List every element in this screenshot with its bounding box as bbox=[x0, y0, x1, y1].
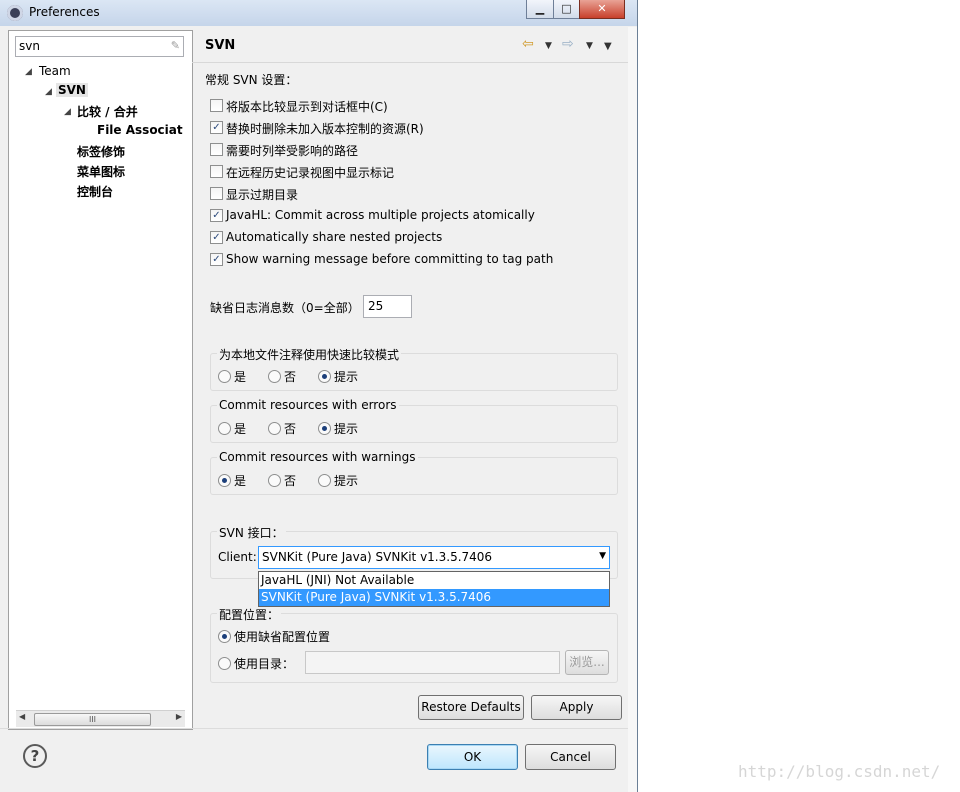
group-title: Commit resources with errors bbox=[217, 398, 399, 412]
view-menu-icon[interactable]: ▼ bbox=[604, 41, 612, 52]
client-options-list: JavaHL (JNI) Not Available SVNKit (Pure … bbox=[258, 571, 610, 607]
scroll-left-icon[interactable]: ◀ bbox=[19, 712, 25, 721]
scroll-thumb[interactable]: III bbox=[34, 713, 151, 726]
radio-custom-dir[interactable] bbox=[218, 657, 231, 670]
radio-label: 提示 bbox=[334, 422, 359, 436]
apply-button[interactable]: Apply bbox=[531, 695, 622, 720]
tree-item-file-associations[interactable]: File Associations bbox=[97, 123, 183, 137]
radio-yes[interactable] bbox=[218, 474, 231, 487]
checkbox-label: JavaHL: Commit across multiple projects … bbox=[226, 208, 535, 222]
checkbox-list-affected-paths[interactable] bbox=[210, 143, 223, 156]
radio-label: 提示 bbox=[334, 370, 359, 384]
cancel-button[interactable]: Cancel bbox=[525, 744, 616, 770]
filter-input[interactable]: svn ✎ bbox=[15, 36, 184, 57]
radio-no[interactable] bbox=[268, 370, 281, 383]
restore-defaults-button[interactable]: Restore Defaults bbox=[418, 695, 524, 720]
client-select[interactable]: SVNKit (Pure Java) SVNKit v1.3.5.7406 ▼ bbox=[258, 546, 610, 569]
expand-arrow-icon[interactable]: ◢ bbox=[45, 87, 52, 97]
scroll-right-icon[interactable]: ▶ bbox=[176, 712, 182, 721]
maximize-button[interactable]: □ bbox=[553, 0, 580, 19]
radio-prompt[interactable] bbox=[318, 474, 331, 487]
tree-item-menu-icons[interactable]: 菜单图标 bbox=[77, 163, 125, 180]
checkbox-tag-warning[interactable]: ✓ bbox=[210, 253, 223, 266]
ok-button[interactable]: OK bbox=[427, 744, 518, 770]
radio-prompt[interactable] bbox=[318, 370, 331, 383]
radio-label: 使用目录： bbox=[234, 657, 295, 671]
window-title: Preferences bbox=[29, 5, 100, 19]
checkbox-javahl-atomic[interactable]: ✓ bbox=[210, 209, 223, 222]
radio-label: 否 bbox=[284, 370, 297, 384]
radio-no[interactable] bbox=[268, 474, 281, 487]
radio-label: 否 bbox=[284, 422, 297, 436]
filter-value: svn bbox=[19, 39, 40, 53]
eclipse-icon bbox=[7, 5, 23, 21]
close-button[interactable]: ✕ bbox=[579, 0, 625, 19]
client-option[interactable]: JavaHL (JNI) Not Available bbox=[259, 572, 609, 589]
tree-item-team[interactable]: Team bbox=[39, 64, 71, 78]
radio-label: 是 bbox=[234, 370, 247, 384]
client-option[interactable]: SVNKit (Pure Java) SVNKit v1.3.5.7406 bbox=[259, 589, 609, 606]
checkbox-share-nested[interactable]: ✓ bbox=[210, 231, 223, 244]
checkbox-label: Automatically share nested projects bbox=[226, 230, 443, 244]
forward-dropdown-icon[interactable]: ▼ bbox=[586, 41, 593, 51]
checkbox-label: 替换时删除未加入版本控制的资源(R) bbox=[226, 122, 424, 136]
radio-label: 是 bbox=[234, 422, 247, 436]
radio-prompt[interactable] bbox=[318, 422, 331, 435]
header-divider bbox=[192, 62, 628, 63]
page-title: SVN bbox=[205, 38, 236, 53]
checkbox-delete-unversioned[interactable]: ✓ bbox=[210, 121, 223, 134]
client-select-value: SVNKit (Pure Java) SVNKit v1.3.5.7406 bbox=[262, 550, 493, 564]
client-label: Client: bbox=[218, 550, 257, 564]
chevron-down-icon[interactable]: ▼ bbox=[599, 551, 606, 561]
watermark: http://blog.csdn.net/ bbox=[738, 762, 941, 781]
minimize-button[interactable]: ▁ bbox=[526, 0, 554, 19]
radio-yes[interactable] bbox=[218, 422, 231, 435]
title-bar: Preferences ▁ □ ✕ bbox=[0, 0, 637, 26]
group-title: 配置位置： bbox=[217, 606, 282, 623]
tree-item-compare-merge[interactable]: 比较 / 合并 bbox=[77, 103, 138, 120]
window-right-edge bbox=[628, 27, 637, 792]
back-dropdown-icon[interactable]: ▼ bbox=[545, 41, 552, 51]
radio-yes[interactable] bbox=[218, 370, 231, 383]
group-title: SVN 接口： bbox=[217, 524, 286, 541]
eraser-icon[interactable]: ✎ bbox=[171, 39, 180, 52]
forward-arrow-icon[interactable]: ⇨ bbox=[562, 36, 574, 52]
tree-item-clip: File Associations bbox=[97, 123, 183, 139]
radio-label: 否 bbox=[284, 474, 297, 488]
tree-item-label-decorations[interactable]: 标签修饰 bbox=[77, 143, 125, 160]
expand-arrow-icon[interactable]: ◢ bbox=[25, 67, 32, 77]
radio-label: 使用缺省配置位置 bbox=[234, 630, 331, 644]
option-label: JavaHL (JNI) Not Available bbox=[261, 573, 415, 587]
tree-item-console[interactable]: 控制台 bbox=[77, 183, 113, 200]
checkbox-label: 显示过期目录 bbox=[226, 188, 299, 202]
browse-button[interactable]: 浏览... bbox=[565, 650, 609, 675]
checkbox-compare-dialog[interactable] bbox=[210, 99, 223, 112]
radio-default-config[interactable] bbox=[218, 630, 231, 643]
config-dir-input[interactable] bbox=[305, 651, 560, 674]
tree-item-svn[interactable]: SVN bbox=[56, 83, 88, 97]
checkbox-label: 将版本比较显示到对话框中(C) bbox=[226, 100, 388, 114]
radio-label: 是 bbox=[234, 474, 247, 488]
general-settings-label: 常规 SVN 设置： bbox=[205, 73, 298, 87]
option-label: SVNKit (Pure Java) SVNKit v1.3.5.7406 bbox=[261, 590, 492, 604]
checkbox-show-outdated-dirs[interactable] bbox=[210, 187, 223, 200]
radio-label: 提示 bbox=[334, 474, 359, 488]
log-count-input[interactable]: 25 bbox=[363, 295, 412, 318]
group-title: Commit resources with warnings bbox=[217, 450, 418, 464]
radio-no[interactable] bbox=[268, 422, 281, 435]
log-count-value: 25 bbox=[368, 299, 384, 313]
checkbox-show-tags-remote-history[interactable] bbox=[210, 165, 223, 178]
log-count-label: 缺省日志消息数（0=全部） bbox=[210, 301, 360, 315]
checkbox-label: 在远程历史记录视图中显示标记 bbox=[226, 166, 395, 180]
expand-arrow-icon[interactable]: ◢ bbox=[64, 107, 71, 117]
checkbox-label: Show warning message before committing t… bbox=[226, 252, 554, 266]
group-title: 为本地文件注释使用快速比较模式 bbox=[217, 346, 402, 363]
back-arrow-icon[interactable]: ⇦ bbox=[522, 36, 534, 52]
footer-divider bbox=[0, 728, 628, 729]
checkbox-label: 需要时列举受影响的路径 bbox=[226, 144, 359, 158]
help-icon[interactable]: ? bbox=[23, 744, 47, 768]
preference-tree-panel: svn ✎ ◢ Team ◢ SVN ◢ 比较 / 合并 File Associ… bbox=[8, 30, 193, 730]
preferences-window: Preferences ▁ □ ✕ svn ✎ ◢ Team ◢ SVN ◢ 比… bbox=[0, 0, 638, 792]
horizontal-scrollbar[interactable]: ◀ III ▶ bbox=[16, 710, 185, 727]
